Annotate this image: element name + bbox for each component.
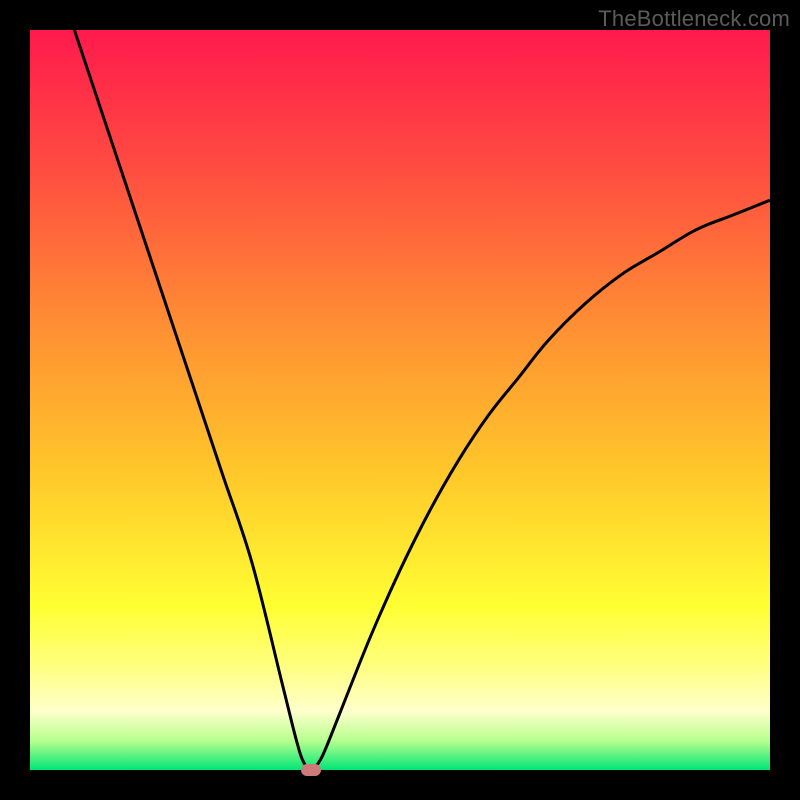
watermark-text: TheBottleneck.com bbox=[598, 6, 790, 32]
chart-frame: TheBottleneck.com bbox=[0, 0, 800, 800]
plot-area bbox=[30, 30, 770, 770]
gradient-background bbox=[30, 30, 770, 770]
gradient-rect bbox=[30, 30, 770, 770]
optimal-marker bbox=[301, 764, 321, 776]
